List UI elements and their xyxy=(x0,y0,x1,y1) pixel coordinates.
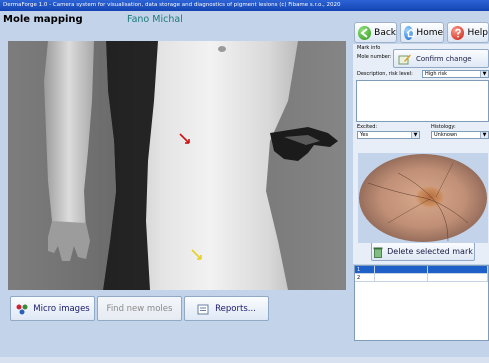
table-cell xyxy=(375,274,428,282)
page-title: Mole mapping xyxy=(3,14,83,25)
description-textarea[interactable] xyxy=(356,80,489,122)
mole-number: Mole number: 1 xyxy=(357,54,397,60)
histology-value: Unknown xyxy=(434,132,458,138)
excited-label: Excited: xyxy=(357,124,378,130)
risk-level-value: High risk xyxy=(425,71,448,77)
dermatoscope-image xyxy=(358,153,488,243)
help-label: Help xyxy=(467,27,488,38)
confirm-pen-icon xyxy=(398,54,411,64)
histology-select[interactable]: Unknown ▼ xyxy=(431,131,489,139)
patient-name: Fano Michal xyxy=(127,14,183,25)
histology-label: Histology: xyxy=(431,124,456,130)
mole-mark-yellow[interactable] xyxy=(191,249,203,261)
help-icon xyxy=(451,25,465,40)
table-cell xyxy=(428,274,488,282)
delete-trash-icon xyxy=(373,247,383,258)
chevron-down-icon[interactable]: ▼ xyxy=(480,132,488,138)
home-label: Home xyxy=(416,27,443,38)
delete-selected-mark-label: Delete selected mark xyxy=(387,247,473,256)
table-cell-id: 1 xyxy=(355,266,375,274)
find-new-moles-button[interactable]: Find new moles xyxy=(97,296,182,321)
header-row: Mole mapping Fano Michal xyxy=(0,11,350,30)
reports-label: Reports... xyxy=(215,303,256,314)
delete-selected-mark-button[interactable]: Delete selected mark xyxy=(371,242,475,261)
table-row[interactable]: 2 xyxy=(355,274,488,282)
risk-level-select[interactable]: High risk ▼ xyxy=(422,70,489,78)
body-image-viewer[interactable] xyxy=(8,41,346,290)
marks-table[interactable]: 1 2 xyxy=(354,265,489,341)
confirm-change-button[interactable]: Confirm change xyxy=(393,49,489,68)
table-row[interactable]: 1 xyxy=(355,266,488,274)
home-icon xyxy=(404,25,416,40)
body-photo xyxy=(8,41,346,290)
mole-mark-red[interactable] xyxy=(179,133,191,145)
window-title-bar: DermaForge 1.0 - Camera system for visua… xyxy=(0,0,489,11)
help-button[interactable]: Help xyxy=(447,22,489,43)
description-risk-label: Description, risk level: xyxy=(357,71,413,77)
table-cell xyxy=(428,266,488,274)
window-title: DermaForge 1.0 - Camera system for visua… xyxy=(3,2,341,8)
find-new-moles-label: Find new moles xyxy=(106,303,173,314)
home-button[interactable]: Home xyxy=(400,22,444,43)
back-button[interactable]: Back xyxy=(354,22,397,43)
table-cell xyxy=(375,266,428,274)
back-label: Back xyxy=(374,27,396,38)
excited-select[interactable]: Yes ▼ xyxy=(357,131,420,139)
micro-images-button[interactable]: Micro images xyxy=(10,296,95,321)
reports-icon xyxy=(197,304,209,314)
chevron-down-icon[interactable]: ▼ xyxy=(480,71,488,77)
chevron-down-icon[interactable]: ▼ xyxy=(411,132,419,138)
mark-info-heading: Mark info xyxy=(357,45,381,51)
bottom-toolbar: Micro images Find new moles Reports... xyxy=(0,296,350,322)
confirm-change-label: Confirm change xyxy=(416,54,472,63)
status-bar xyxy=(0,357,489,363)
reports-button[interactable]: Reports... xyxy=(184,296,269,321)
table-cell-id: 2 xyxy=(355,274,375,282)
micro-images-icon xyxy=(16,304,28,314)
excited-value: Yes xyxy=(360,132,369,138)
back-arrow-icon xyxy=(358,25,372,40)
micro-images-label: Micro images xyxy=(33,303,90,314)
nav-bar: Back Home Help xyxy=(352,22,489,44)
